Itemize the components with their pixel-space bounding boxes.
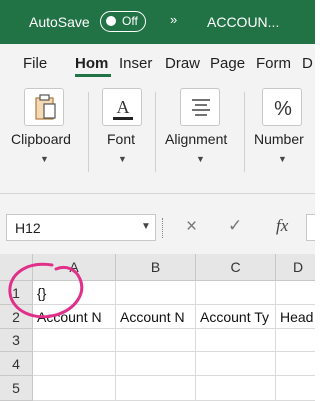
clipboard-icon [24,88,64,126]
tab-data[interactable]: D [302,55,315,72]
chevron-down-icon[interactable]: ▼ [141,221,151,232]
tab-draw[interactable]: Draw [165,55,203,72]
cell-b5[interactable] [116,376,196,401]
cell-d5[interactable] [276,376,315,401]
row-header-4[interactable]: 4 [0,352,33,376]
group-number[interactable]: % Number ▼ [245,82,315,194]
chevron-down-icon[interactable]: ▼ [278,154,287,164]
group-alignment[interactable]: Alignment ▼ [156,82,244,194]
chevron-right-icon[interactable]: » [170,12,177,27]
group-label-font: Font [107,131,136,147]
cell-c2[interactable]: Account Ty [196,305,276,329]
percent-icon: % [262,88,302,126]
toggle-knob [106,16,116,26]
formula-bar: H12 ▼ × ✓ fx [0,194,315,254]
formula-input[interactable] [306,214,315,241]
document-title[interactable]: ACCOUN... [207,14,279,30]
font-color-icon: A [102,88,142,126]
name-box[interactable]: H12 ▼ [6,214,156,241]
group-label-number: Number [254,131,304,147]
cell-c5[interactable] [196,376,276,401]
autosave-toggle[interactable]: Off [100,11,146,32]
column-header-d[interactable]: D [276,254,315,281]
formula-bar-divider [162,218,165,238]
cell-d3[interactable] [276,329,315,352]
tab-insert[interactable]: Inser [119,55,159,72]
annotation-circle [8,262,84,319]
group-font[interactable]: A Font ▼ [89,82,155,194]
function-icon[interactable]: fx [276,216,288,236]
cell-a5[interactable] [33,376,116,401]
active-tab-indicator [75,74,111,77]
cell-a4[interactable] [33,352,116,376]
cell-b2[interactable]: Account N [116,305,196,329]
group-clipboard[interactable]: Clipboard ▼ [0,82,88,194]
cell-b3[interactable] [116,329,196,352]
cell-b4[interactable] [116,352,196,376]
chevron-down-icon[interactable]: ▼ [118,154,127,164]
ribbon-tabs: File Hom Inser Draw Page Form D [0,44,315,82]
cell-c4[interactable] [196,352,276,376]
cell-d4[interactable] [276,352,315,376]
name-box-value: H12 [15,220,41,236]
chevron-down-icon[interactable]: ▼ [40,154,49,164]
column-header-c[interactable]: C [196,254,276,281]
cancel-icon[interactable]: × [186,216,197,238]
cell-d2[interactable]: Head [276,305,315,329]
tab-home[interactable]: Hom [75,55,113,72]
group-label-alignment: Alignment [165,131,228,147]
toggle-state-label: Off [122,14,138,28]
svg-text:A: A [117,97,130,117]
align-icon [180,88,220,126]
row-header-3[interactable]: 3 [0,329,33,352]
svg-text:%: % [274,98,292,120]
row-header-5[interactable]: 5 [0,376,33,401]
tab-file[interactable]: File [23,55,47,72]
checkmark-icon[interactable]: ✓ [228,216,242,236]
cell-c1[interactable] [196,281,276,305]
title-bar: AutoSave Off » ACCOUN... [0,0,315,44]
cell-a3[interactable] [33,329,116,352]
cell-b1[interactable] [116,281,196,305]
tab-formulas[interactable]: Form [256,55,296,72]
cell-c3[interactable] [196,329,276,352]
tab-page-layout[interactable]: Page [210,55,250,72]
autosave-label: AutoSave [29,14,90,30]
ribbon: Clipboard ▼ A Font ▼ Alignment ▼ % Numbe… [0,82,315,194]
group-label-clipboard: Clipboard [11,131,71,147]
worksheet-grid: A B C D 1 2 3 4 5 {} Account N Account N… [0,254,315,401]
column-header-b[interactable]: B [116,254,196,281]
cell-d1[interactable] [276,281,315,305]
chevron-down-icon[interactable]: ▼ [196,154,205,164]
